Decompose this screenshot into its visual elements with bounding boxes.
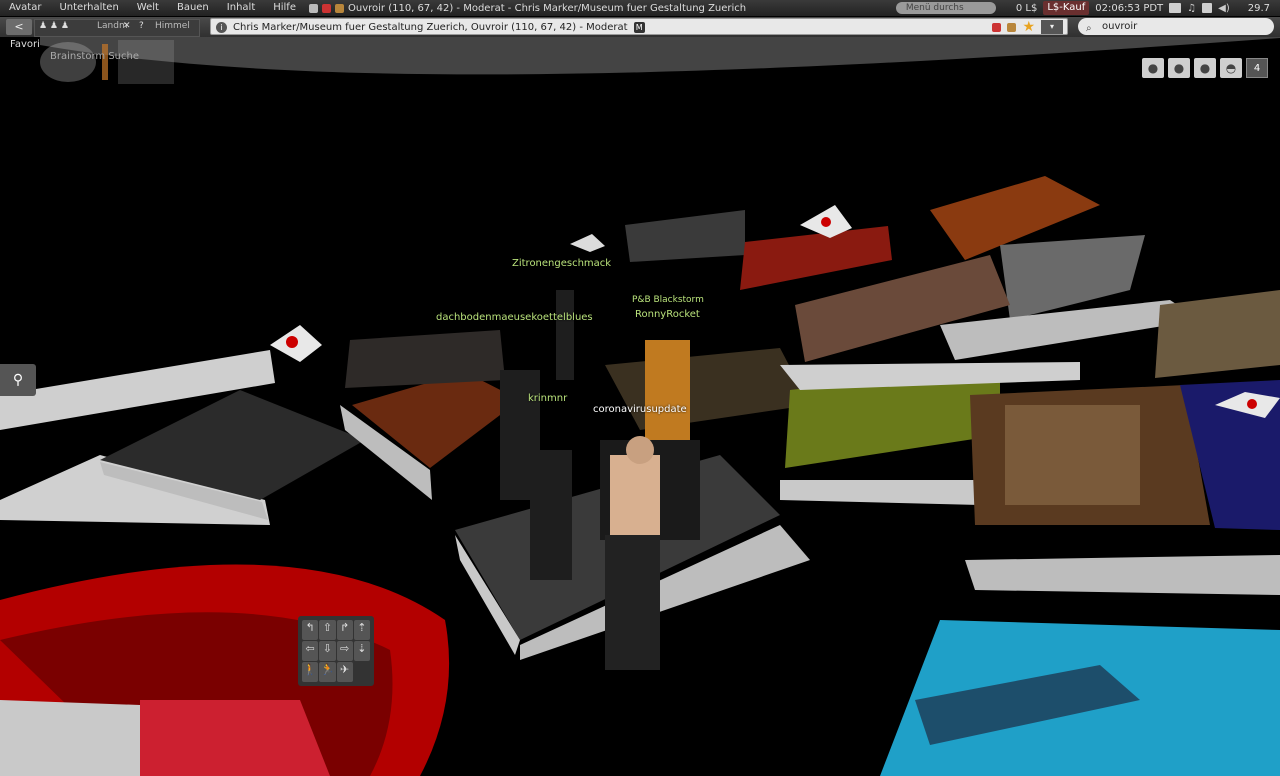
avatar-nametag[interactable]: P&B Blackstorm	[632, 295, 704, 305]
navigation-bar: < ♟ ♟ ♟ Landm ✕ ? Himmel i Chris Marker/…	[0, 17, 1280, 37]
run-mode-icon[interactable]: 🏃	[319, 662, 336, 682]
avatar-nametag[interactable]: coronavirusupdate	[593, 404, 687, 415]
strafe-right-icon[interactable]: ⇨	[336, 641, 353, 661]
person-icon[interactable]: ●	[1142, 58, 1164, 78]
box-icon	[334, 3, 344, 13]
menu-search-input[interactable]: Menü durchs	[895, 2, 996, 14]
crouch-icon[interactable]: ⇣	[353, 641, 370, 661]
buy-currency-button[interactable]: L$-Kauf	[1043, 1, 1090, 15]
location-dropdown-button[interactable]: ▾	[1041, 20, 1063, 34]
favorites-bar[interactable]: Favori	[10, 39, 40, 50]
avatar-nametag[interactable]: RonnyRocket	[635, 309, 700, 320]
media-icon[interactable]	[1202, 3, 1213, 13]
zoom-slider[interactable]	[102, 44, 108, 80]
menu-bauen[interactable]: Bauen	[168, 0, 218, 16]
menu-unterhalten[interactable]: Unterhalten	[50, 0, 127, 16]
people-icon[interactable]: ♟ ♟ ♟	[39, 21, 69, 31]
maturity-badge: M	[633, 22, 645, 33]
top-menu-bar: Avatar Unterhalten Welt Bauen Inhalt Hil…	[0, 0, 1280, 16]
balance: 0 L$	[1015, 2, 1038, 14]
turn-left-icon[interactable]: ↰	[302, 620, 319, 640]
pan-control[interactable]	[118, 40, 174, 84]
people-count: 4	[1246, 58, 1268, 78]
location-actions: ★ ▾	[992, 20, 1063, 34]
location-text: Chris Marker/Museum fuer Gestaltung Zuer…	[233, 22, 628, 33]
region-title: Ouvroir (110, 67, 42) - Moderat - Chris …	[308, 2, 747, 14]
no-build-icon	[992, 22, 1002, 32]
nearby-people-bar: ● ● ● ◓ 4	[1142, 58, 1268, 78]
menu-status-area: Menü durchs 0 L$ L$-Kauf 02:06:53 PDT ♫ …	[895, 0, 1280, 16]
location-bar[interactable]: i Chris Marker/Museum fuer Gestaltung Zu…	[210, 18, 1068, 35]
orbit-ring[interactable]	[40, 42, 96, 82]
menu-avatar[interactable]: Avatar	[0, 0, 50, 16]
help-icon[interactable]: ?	[139, 21, 144, 31]
favorite-star-icon[interactable]: ★	[1022, 20, 1035, 34]
person-icon[interactable]: ●	[1168, 58, 1190, 78]
search-icon: ⌕	[1086, 23, 1092, 34]
close-icon[interactable]: ✕	[123, 21, 131, 31]
strafe-left-icon[interactable]: ⇦	[302, 641, 319, 661]
search-value: ouvroir	[1102, 21, 1138, 32]
3d-scene-viewport[interactable]	[0, 0, 1280, 776]
movement-controls: ↰ ⇧ ↱ ⇡ ⇦ ⇩ ⇨ ⇣ 🚶 🏃 ✈	[298, 616, 374, 686]
clock: 02:06:53 PDT	[1095, 2, 1164, 14]
box-icon	[1007, 22, 1017, 32]
music-icon[interactable]: ♫	[1187, 3, 1196, 14]
volume-icon[interactable]: ◀)	[1218, 3, 1230, 14]
avatar-nametag[interactable]: Zitronengeschmack	[512, 258, 611, 269]
map-pin-icon[interactable]: ⚲	[0, 364, 36, 396]
search-input[interactable]: ⌕ ouvroir	[1078, 18, 1274, 35]
fly-mode-icon[interactable]: ✈	[336, 662, 353, 682]
camera-overlay-label: Brainstorm Suche	[50, 51, 139, 62]
nav-mini-toolbar: ♟ ♟ ♟ Landm ✕ ? Himmel	[34, 19, 200, 37]
back-button[interactable]: <	[6, 19, 32, 35]
avatar-nametag[interactable]: dachbodenmaeusekoettelblues	[436, 312, 593, 323]
chat-bubble-icon[interactable]: ◓	[1220, 58, 1242, 78]
fps-readout: 29.7	[1247, 2, 1270, 14]
region-title-text: Ouvroir (110, 67, 42) - Moderat - Chris …	[347, 2, 747, 14]
sky-label[interactable]: Himmel	[155, 21, 190, 31]
scripts-icon	[308, 3, 318, 13]
jump-up-icon[interactable]: ⇡	[353, 620, 370, 640]
backward-icon[interactable]: ⇩	[319, 641, 336, 661]
walk-mode-icon[interactable]: 🚶	[302, 662, 319, 682]
forward-icon[interactable]: ⇧	[319, 620, 336, 640]
no-build-icon	[321, 3, 331, 13]
menu-inhalt[interactable]: Inhalt	[218, 0, 264, 16]
menu-hilfe[interactable]: Hilfe	[264, 0, 305, 16]
monitor-icon[interactable]	[1169, 3, 1182, 13]
turn-right-icon[interactable]: ↱	[336, 620, 353, 640]
avatar-nametag[interactable]: krinmnr	[528, 393, 567, 404]
info-icon[interactable]: i	[216, 22, 227, 33]
menu-welt[interactable]: Welt	[128, 0, 168, 16]
person-icon[interactable]: ●	[1194, 58, 1216, 78]
camera-controls[interactable]: Brainstorm Suche	[40, 40, 178, 84]
